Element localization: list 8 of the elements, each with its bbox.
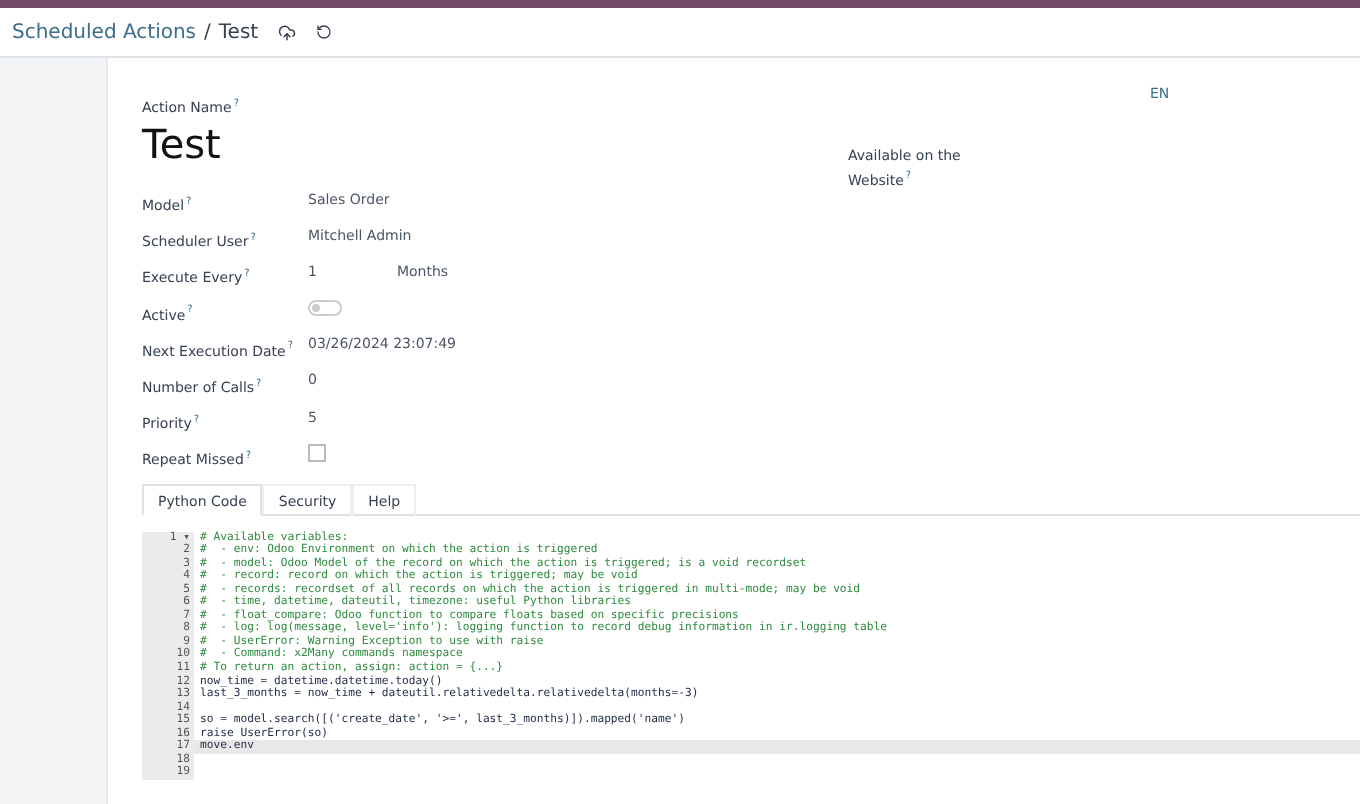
save-icon[interactable] (278, 23, 297, 41)
toggle-switch[interactable] (308, 300, 342, 317)
checkbox[interactable] (308, 444, 326, 463)
breadcrumb-current: Test (218, 21, 259, 43)
breadcrumb-separator: / (204, 21, 211, 43)
undo-icon[interactable] (316, 24, 333, 40)
breadcrumb-link[interactable]: Scheduled Actions (12, 21, 197, 43)
action-name-field[interactable]: Test (142, 120, 848, 168)
